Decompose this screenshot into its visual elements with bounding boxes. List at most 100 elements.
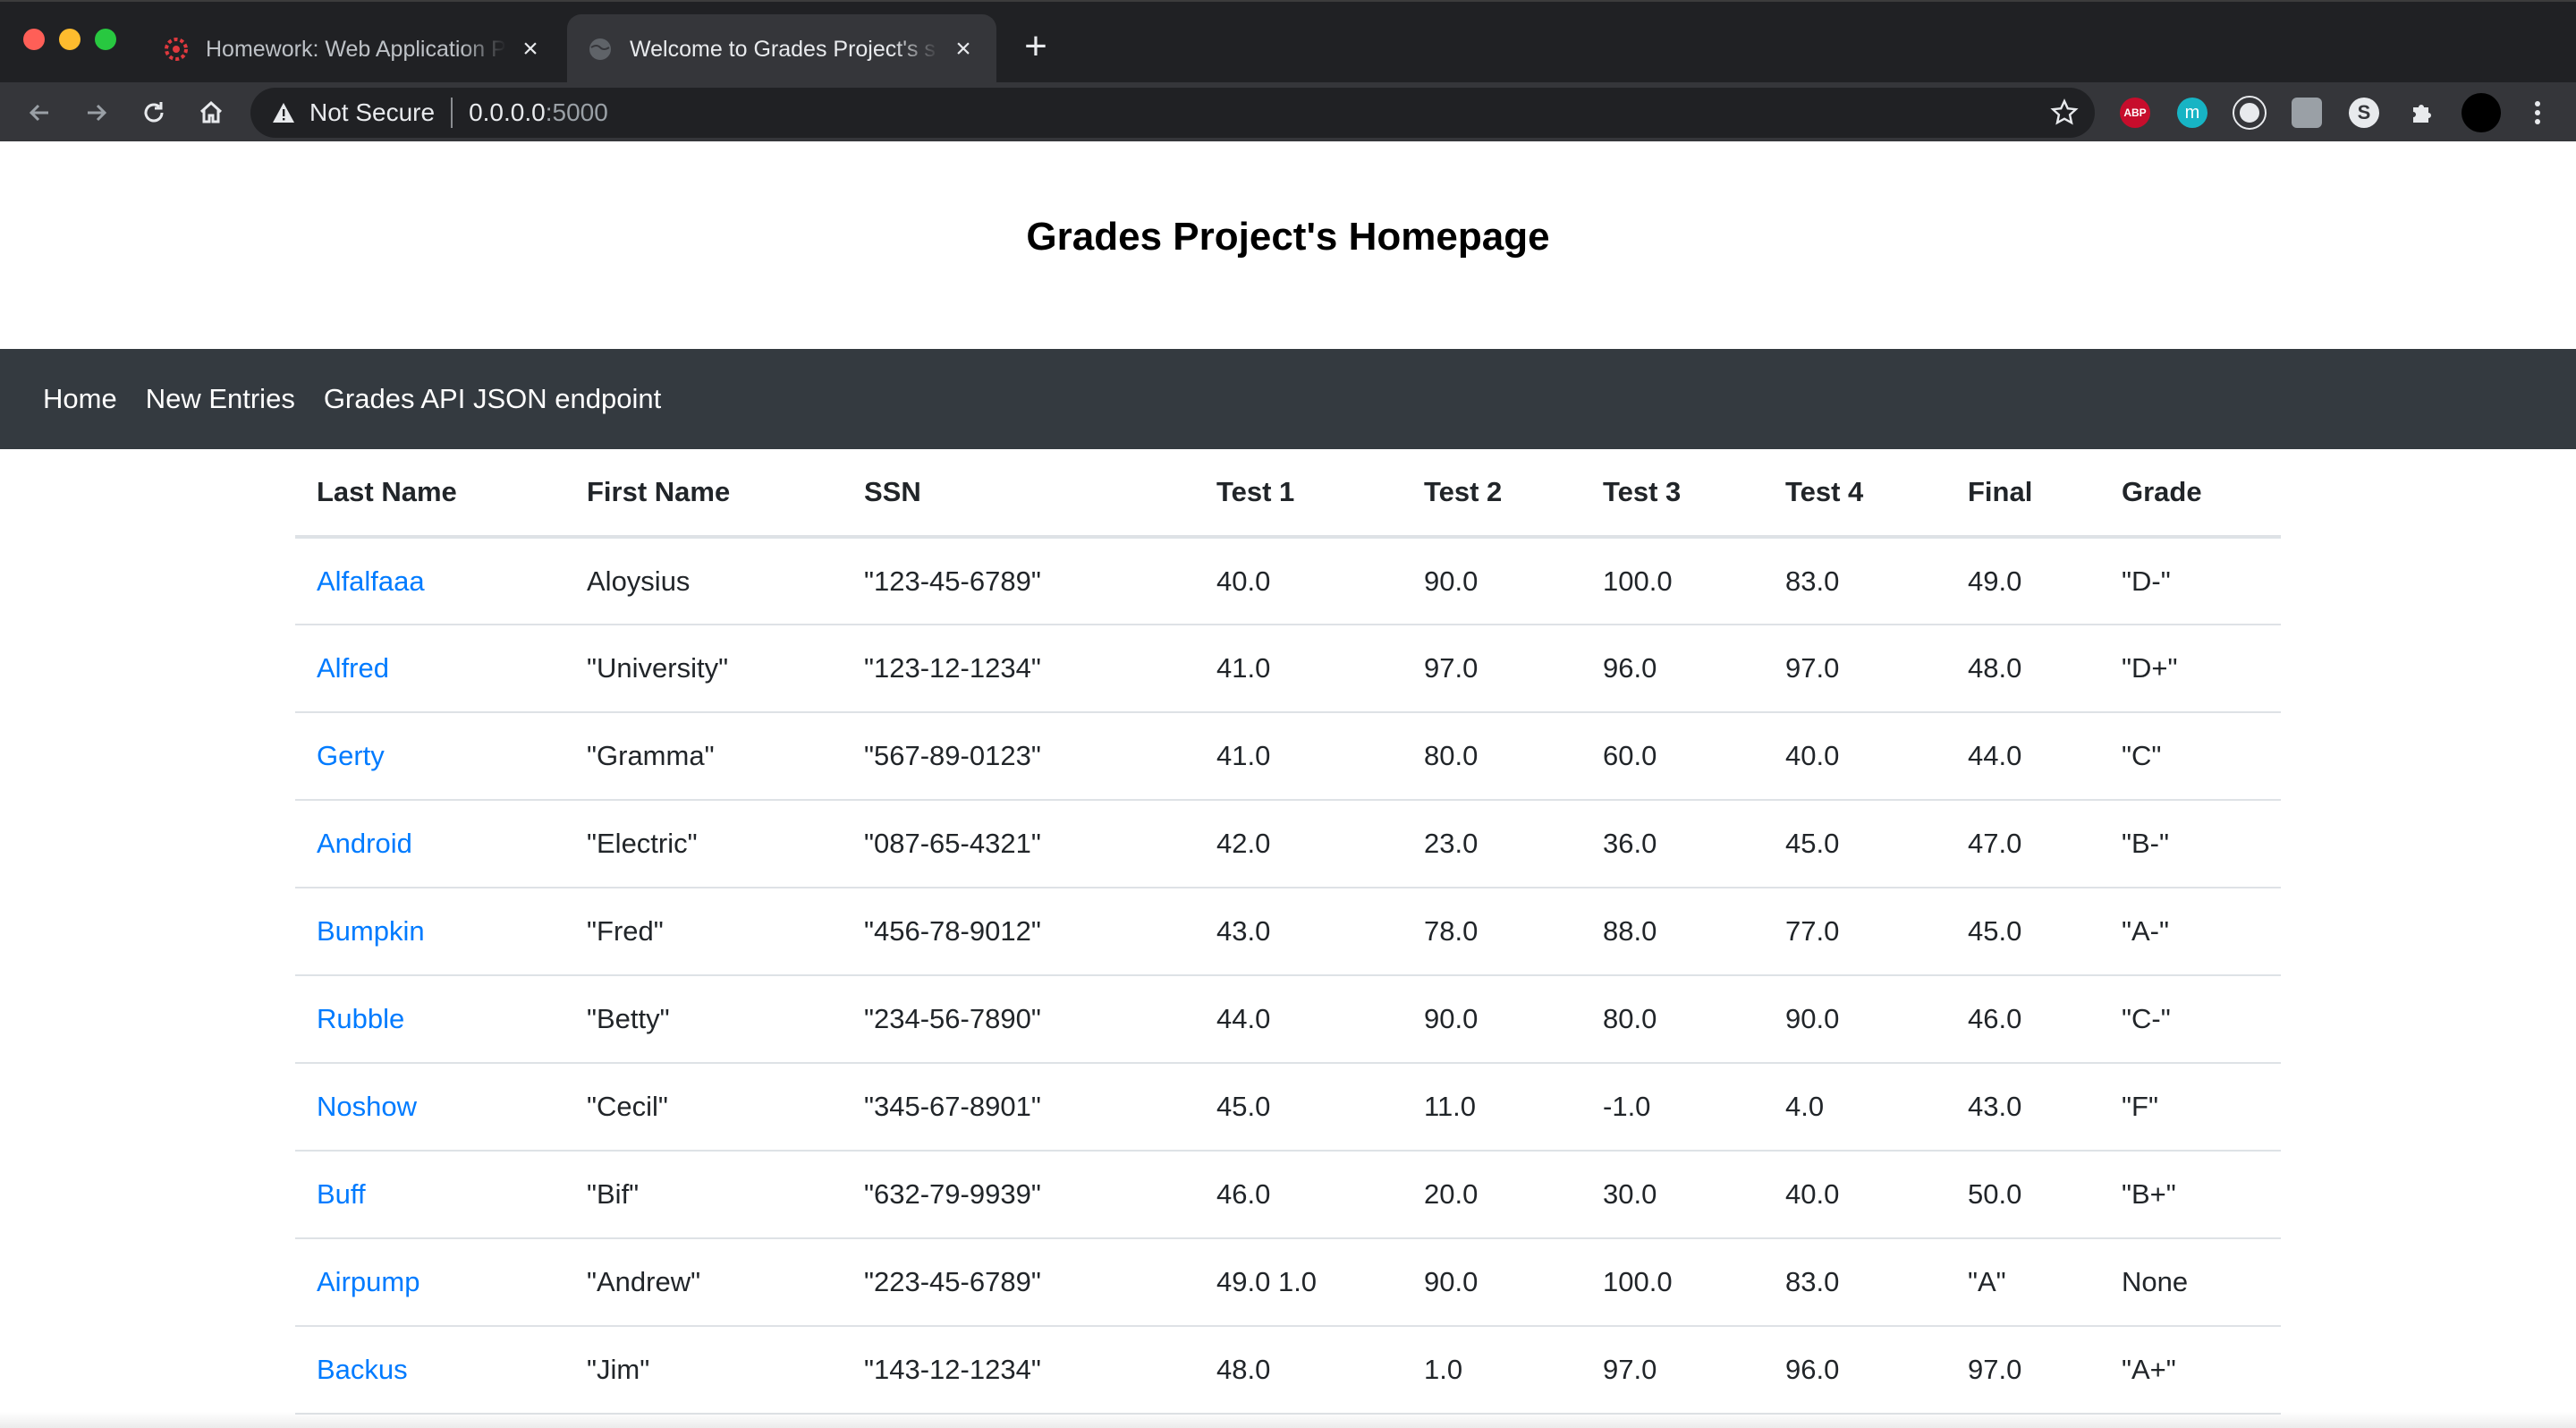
- cell-last-name: Android: [295, 800, 565, 888]
- column-header-grade[interactable]: Grade: [2100, 449, 2281, 539]
- tab-close-icon[interactable]: ×: [950, 34, 977, 64]
- cell-final: 49.0: [1946, 537, 2100, 625]
- cell-test-2: 1.0: [1402, 1326, 1581, 1415]
- student-last-name-link[interactable]: Noshow: [317, 1091, 417, 1122]
- column-header-final[interactable]: Final: [1946, 449, 2100, 539]
- security-label[interactable]: Not Secure: [309, 98, 435, 127]
- cell-ssn: "632-79-9939": [843, 1151, 1195, 1239]
- cell-first-name: "Bif": [565, 1151, 843, 1239]
- cell-test-3: 100.0: [1581, 1238, 1764, 1327]
- cell-test-4: 77.0: [1764, 888, 1946, 976]
- cell-test-4: 40.0: [1764, 712, 1946, 801]
- table-row: Buff "Bif" "632-79-9939" 46.0 20.0 30.0 40.0 50…: [295, 1151, 2281, 1239]
- cell-final: 43.0: [1946, 1063, 2100, 1152]
- grey-extension-icon[interactable]: [2292, 98, 2322, 128]
- address-bar[interactable]: Not Secure 0.0.0.0:5000: [250, 88, 2095, 138]
- column-header-last-name[interactable]: Last Name: [295, 449, 565, 539]
- window-minimize-button[interactable]: [59, 29, 80, 50]
- student-last-name-link[interactable]: Rubble: [317, 1003, 404, 1034]
- cell-test-3: 97.0: [1581, 1326, 1764, 1415]
- cell-first-name: "Andrew": [565, 1238, 843, 1327]
- cell-test-1: 46.0: [1195, 1151, 1402, 1239]
- cell-first-name: "Jim": [565, 1326, 843, 1415]
- student-last-name-link[interactable]: Gerty: [317, 740, 385, 771]
- nav-link-grades-api[interactable]: Grades API JSON endpoint: [324, 383, 661, 415]
- table-row: Backus "Jim" "143-12-1234" 48.0 1.0 97.0 96.0 9…: [295, 1326, 2281, 1415]
- globe-icon: [587, 36, 614, 63]
- cell-test-1: 42.0: [1195, 800, 1402, 888]
- cell-grade: "A+": [2100, 1326, 2281, 1415]
- student-last-name-link[interactable]: Airpump: [317, 1266, 419, 1297]
- cell-last-name: Rubble: [295, 975, 565, 1064]
- cell-grade: "B-": [2100, 800, 2281, 888]
- nav-link-home[interactable]: Home: [43, 383, 117, 415]
- address-divider: [451, 98, 453, 128]
- window-close-button[interactable]: [23, 29, 45, 50]
- student-last-name-link[interactable]: Android: [317, 828, 412, 859]
- column-header-test-2[interactable]: Test 2: [1402, 449, 1581, 539]
- reload-icon[interactable]: [134, 93, 174, 132]
- cell-test-2: 90.0: [1402, 1238, 1581, 1327]
- table-row: Bumpkin "Fred" "456-78-9012" 43.0 78.0 88.0 77…: [295, 888, 2281, 976]
- student-last-name-link[interactable]: Buff: [317, 1178, 366, 1210]
- cell-last-name: Noshow: [295, 1063, 565, 1152]
- browser-tab-homework[interactable]: Homework: Web Application Pa ×: [143, 14, 564, 84]
- student-last-name-link[interactable]: Alfred: [317, 652, 389, 684]
- url-port: :5000: [545, 98, 608, 126]
- cell-test-3: 36.0: [1581, 800, 1764, 888]
- back-arrow-icon[interactable]: [20, 93, 59, 132]
- student-last-name-link[interactable]: Backus: [317, 1354, 408, 1385]
- browser-tab-grades[interactable]: Welcome to Grades Project's s ×: [567, 14, 996, 84]
- site-navbar: Home New Entries Grades API JSON endpoin…: [0, 349, 2576, 449]
- cell-test-1: 40.0: [1195, 537, 1402, 625]
- cell-grade: "B+": [2100, 1151, 2281, 1239]
- bottom-scroll-shadow: [0, 1412, 2576, 1428]
- column-header-test-4[interactable]: Test 4: [1764, 449, 1946, 539]
- cell-final: 97.0: [1946, 1326, 2100, 1415]
- cell-last-name: Alfalfaaa: [295, 537, 565, 625]
- cell-grade: "C": [2100, 712, 2281, 801]
- puzzle-icon[interactable]: [2406, 98, 2436, 128]
- grades-table: Last Name First Name SSN Test 1 Test 2 T…: [295, 449, 2281, 1415]
- cell-test-2: 11.0: [1402, 1063, 1581, 1152]
- cell-test-4: 4.0: [1764, 1063, 1946, 1152]
- warning-triangle-icon[interactable]: [270, 99, 297, 126]
- cell-final: 47.0: [1946, 800, 2100, 888]
- window-zoom-button[interactable]: [95, 29, 116, 50]
- student-last-name-link[interactable]: Alfalfaaa: [317, 565, 425, 597]
- tab-close-icon[interactable]: ×: [517, 34, 544, 64]
- cell-grade: "A-": [2100, 888, 2281, 976]
- m-extension-icon[interactable]: m: [2177, 98, 2207, 128]
- cell-test-4: 83.0: [1764, 1238, 1946, 1327]
- cell-first-name: "Betty": [565, 975, 843, 1064]
- table-row: Noshow "Cecil" "345-67-8901" 45.0 11.0 -1.0 4.…: [295, 1063, 2281, 1152]
- cell-test-4: 97.0: [1764, 625, 1946, 713]
- forward-arrow-icon[interactable]: [77, 93, 116, 132]
- cell-last-name: Buff: [295, 1151, 565, 1239]
- column-header-test-3[interactable]: Test 3: [1581, 449, 1764, 539]
- cell-test-2: 90.0: [1402, 975, 1581, 1064]
- column-header-first-name[interactable]: First Name: [565, 449, 843, 539]
- profile-avatar[interactable]: [2462, 93, 2501, 132]
- cell-test-2: 90.0: [1402, 537, 1581, 625]
- cell-test-3: 30.0: [1581, 1151, 1764, 1239]
- cell-test-4: 45.0: [1764, 800, 1946, 888]
- cell-final: 45.0: [1946, 888, 2100, 976]
- cell-test-3: 96.0: [1581, 625, 1764, 713]
- adblock-plus-icon[interactable]: ABP: [2120, 98, 2150, 128]
- bookmark-star-icon[interactable]: [2050, 98, 2079, 127]
- circle-extension-icon[interactable]: [2233, 96, 2267, 130]
- cell-first-name: "Cecil": [565, 1063, 843, 1152]
- s-extension-icon[interactable]: S: [2349, 98, 2379, 128]
- cell-test-3: 80.0: [1581, 975, 1764, 1064]
- cell-test-2: 78.0: [1402, 888, 1581, 976]
- cell-final: 48.0: [1946, 625, 2100, 713]
- cell-last-name: Bumpkin: [295, 888, 565, 976]
- new-tab-button[interactable]: +: [1016, 21, 1055, 72]
- more-menu-icon[interactable]: [2522, 98, 2553, 128]
- column-header-test-1[interactable]: Test 1: [1195, 449, 1402, 539]
- home-icon[interactable]: [191, 93, 231, 132]
- student-last-name-link[interactable]: Bumpkin: [317, 915, 425, 947]
- column-header-ssn[interactable]: SSN: [843, 449, 1195, 539]
- nav-link-new-entries[interactable]: New Entries: [146, 383, 295, 415]
